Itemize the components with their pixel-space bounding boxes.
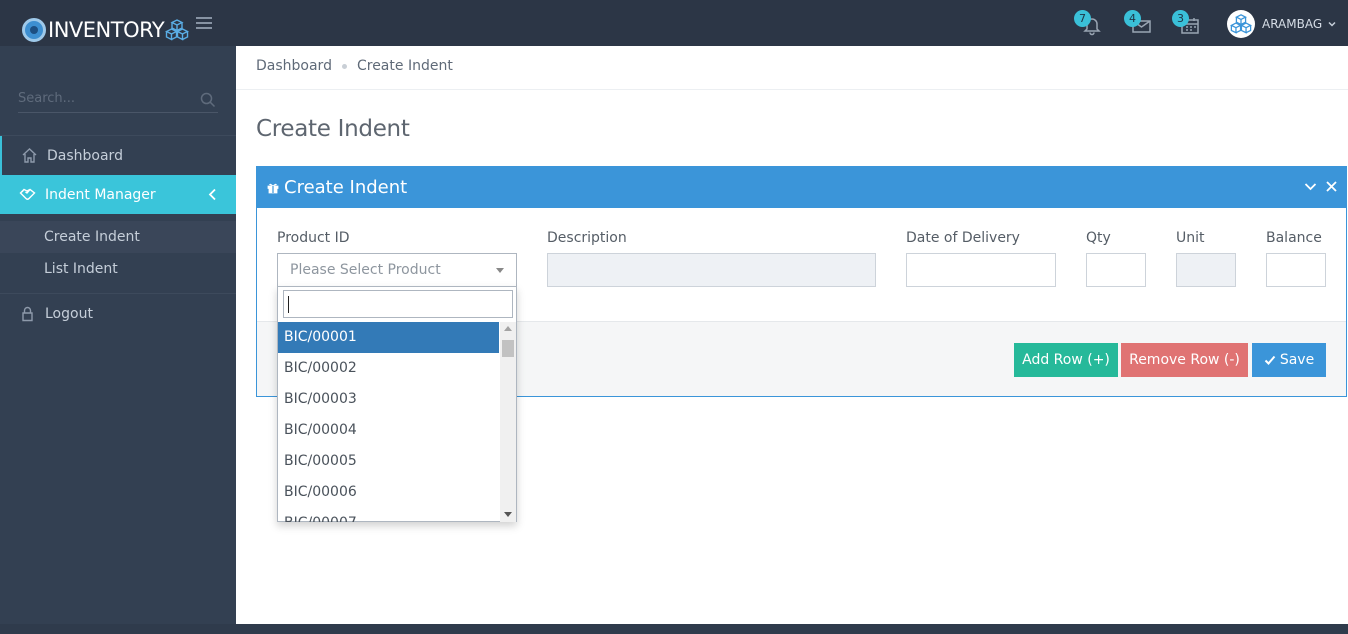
panel-tools bbox=[1304, 180, 1338, 193]
lock-icon bbox=[22, 306, 33, 322]
dropdown-option[interactable]: BIC/00004 bbox=[278, 415, 499, 446]
product-select-placeholder: Please Select Product bbox=[290, 262, 441, 278]
dropdown-option[interactable]: BIC/00007 bbox=[278, 508, 499, 522]
sidebar-item-label: Indent Manager bbox=[45, 186, 156, 203]
avatar bbox=[1227, 10, 1255, 38]
scrollbar-thumb[interactable] bbox=[502, 340, 514, 357]
breadcrumb-current: Create Indent bbox=[356, 58, 453, 74]
dropdown-option[interactable]: BIC/00002 bbox=[278, 353, 499, 384]
sidebar-item-indent-manager[interactable]: Indent Manager bbox=[0, 175, 236, 214]
dropdown-option[interactable]: BIC/00005 bbox=[278, 446, 499, 477]
balance-label: Balance bbox=[1266, 230, 1322, 246]
cubes-icon bbox=[1230, 14, 1252, 34]
notification-count-badge: 7 bbox=[1074, 10, 1091, 27]
date-of-delivery-field[interactable] bbox=[906, 253, 1056, 287]
tasks-button[interactable]: 3 bbox=[1172, 10, 1202, 36]
user-menu[interactable]: ARAMBAG bbox=[1227, 10, 1337, 38]
dropdown-scrollbar[interactable] bbox=[500, 322, 516, 522]
save-button[interactable]: Save bbox=[1252, 343, 1326, 377]
description-label: Description bbox=[547, 230, 627, 246]
breadcrumb-separator bbox=[341, 63, 347, 69]
page-title: Create Indent bbox=[256, 116, 410, 142]
breadcrumb: Dashboard Create Indent bbox=[256, 58, 453, 74]
sidebar-item-list-indent[interactable]: List Indent bbox=[0, 253, 236, 285]
search-input[interactable] bbox=[18, 88, 193, 106]
logo-text: INVENTORY bbox=[48, 18, 165, 42]
cubes-icon bbox=[165, 19, 190, 41]
sidebar-item-logout[interactable]: Logout bbox=[0, 294, 236, 333]
unit-label: Unit bbox=[1176, 230, 1205, 246]
panel-title: Create Indent bbox=[284, 177, 408, 198]
add-row-button[interactable]: Add Row (+) bbox=[1014, 343, 1118, 377]
notifications-button[interactable]: 7 bbox=[1074, 10, 1104, 36]
chevron-left-icon bbox=[208, 188, 216, 201]
scroll-up-arrow-icon[interactable] bbox=[504, 326, 512, 331]
scroll-down-arrow-icon[interactable] bbox=[504, 512, 512, 517]
message-count-badge: 4 bbox=[1124, 10, 1141, 27]
product-id-label: Product ID bbox=[277, 230, 350, 246]
sidebar-search bbox=[18, 87, 218, 113]
panel-header: Create Indent bbox=[257, 167, 1346, 208]
qty-field[interactable] bbox=[1086, 253, 1146, 287]
product-select[interactable]: Please Select Product bbox=[277, 253, 517, 287]
sidebar: Dashboard Indent Manager Create Indent L… bbox=[0, 46, 236, 624]
check-icon bbox=[1264, 355, 1276, 365]
caret-down-icon bbox=[496, 268, 504, 273]
save-button-label: Save bbox=[1279, 352, 1315, 368]
sidebar-item-label: Dashboard bbox=[47, 147, 123, 164]
home-icon bbox=[22, 148, 37, 163]
chevron-down-icon bbox=[1328, 21, 1336, 27]
messages-button[interactable]: 4 bbox=[1124, 10, 1154, 36]
dropdown-options: BIC/00001 BIC/00002 BIC/00003 BIC/00004 … bbox=[278, 322, 499, 522]
task-count-badge: 3 bbox=[1172, 10, 1189, 27]
unit-field bbox=[1176, 253, 1236, 287]
sidebar-item-dashboard[interactable]: Dashboard bbox=[0, 136, 236, 175]
divider bbox=[236, 89, 1348, 90]
collapse-chevron-icon[interactable] bbox=[1304, 180, 1317, 193]
product-dropdown: BIC/00001 BIC/00002 BIC/00003 BIC/00004 … bbox=[277, 286, 517, 522]
close-icon[interactable] bbox=[1325, 180, 1338, 193]
dropdown-search-input[interactable] bbox=[283, 290, 513, 318]
sidebar-item-create-indent[interactable]: Create Indent bbox=[0, 221, 236, 253]
breadcrumb-dashboard-link[interactable]: Dashboard bbox=[256, 58, 332, 74]
search-icon[interactable] bbox=[200, 92, 216, 108]
top-bar: INVENTORY 7 4 3 ARAMBAG bbox=[0, 0, 1348, 46]
text-cursor bbox=[288, 296, 289, 313]
balance-field[interactable] bbox=[1266, 253, 1326, 287]
logo-badge-icon bbox=[22, 18, 46, 42]
dropdown-option[interactable]: BIC/00003 bbox=[278, 384, 499, 415]
qty-label: Qty bbox=[1086, 230, 1111, 246]
dropdown-option[interactable]: BIC/00006 bbox=[278, 477, 499, 508]
user-name: ARAMBAG bbox=[1262, 17, 1323, 31]
remove-row-button[interactable]: Remove Row (-) bbox=[1121, 343, 1248, 377]
dropdown-option[interactable]: BIC/00001 bbox=[278, 322, 499, 353]
sidebar-item-label: Logout bbox=[45, 305, 93, 322]
description-field bbox=[547, 253, 876, 287]
handshake-icon bbox=[19, 188, 36, 200]
gift-icon bbox=[267, 183, 279, 193]
menu-toggle-icon[interactable] bbox=[196, 17, 212, 29]
date-of-delivery-label: Date of Delivery bbox=[906, 230, 1020, 246]
app-logo[interactable]: INVENTORY bbox=[22, 15, 190, 45]
